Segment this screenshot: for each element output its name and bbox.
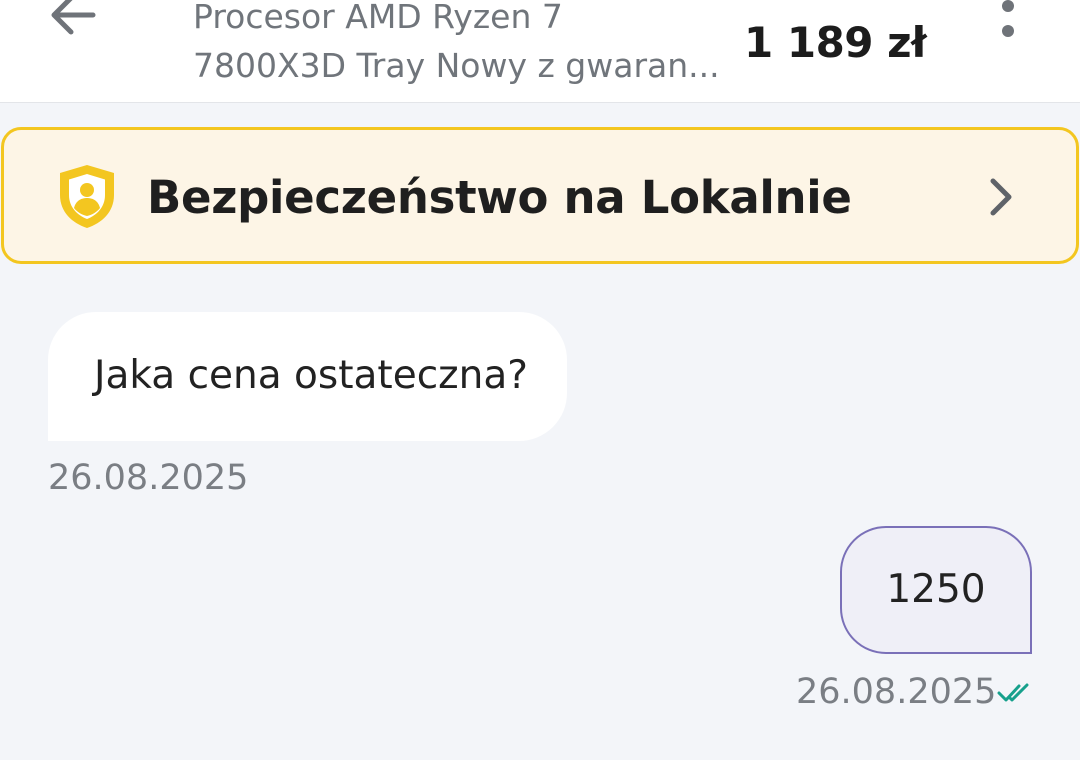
chevron-right-icon xyxy=(990,178,1012,216)
outgoing-message-bubble: 1250 xyxy=(840,526,1032,654)
listing-title-line-1: Procesor AMD Ryzen 7 xyxy=(193,0,563,36)
incoming-message-text: Jaka cena ostateczna? xyxy=(94,353,528,398)
more-vertical-icon xyxy=(1002,0,1014,37)
incoming-message-bubble: Jaka cena ostateczna? xyxy=(48,312,567,441)
incoming-message-date: 26.08.2025 xyxy=(48,458,249,498)
chat-header: Procesor AMD Ryzen 7 7800X3D Tray Nowy z… xyxy=(0,0,1080,103)
more-options-button[interactable] xyxy=(984,0,1032,48)
outgoing-message-text: 1250 xyxy=(886,567,986,612)
safety-banner-label: Bezpieczeństwo na Lokalnie xyxy=(147,171,852,224)
listing-title[interactable]: Procesor AMD Ryzen 7 7800X3D Tray Nowy z… xyxy=(193,0,733,90)
double-check-icon xyxy=(997,683,1029,702)
outgoing-message-date: 26.08.2025 xyxy=(796,672,997,712)
back-button[interactable] xyxy=(44,0,102,44)
listing-price: 1 189 zł xyxy=(744,18,927,67)
arrow-left-icon xyxy=(51,0,96,35)
listing-title-line-2: 7800X3D Tray Nowy z gwaran... xyxy=(193,46,720,85)
safety-banner[interactable]: Bezpieczeństwo na Lokalnie xyxy=(1,127,1079,264)
shield-user-icon xyxy=(60,165,114,228)
